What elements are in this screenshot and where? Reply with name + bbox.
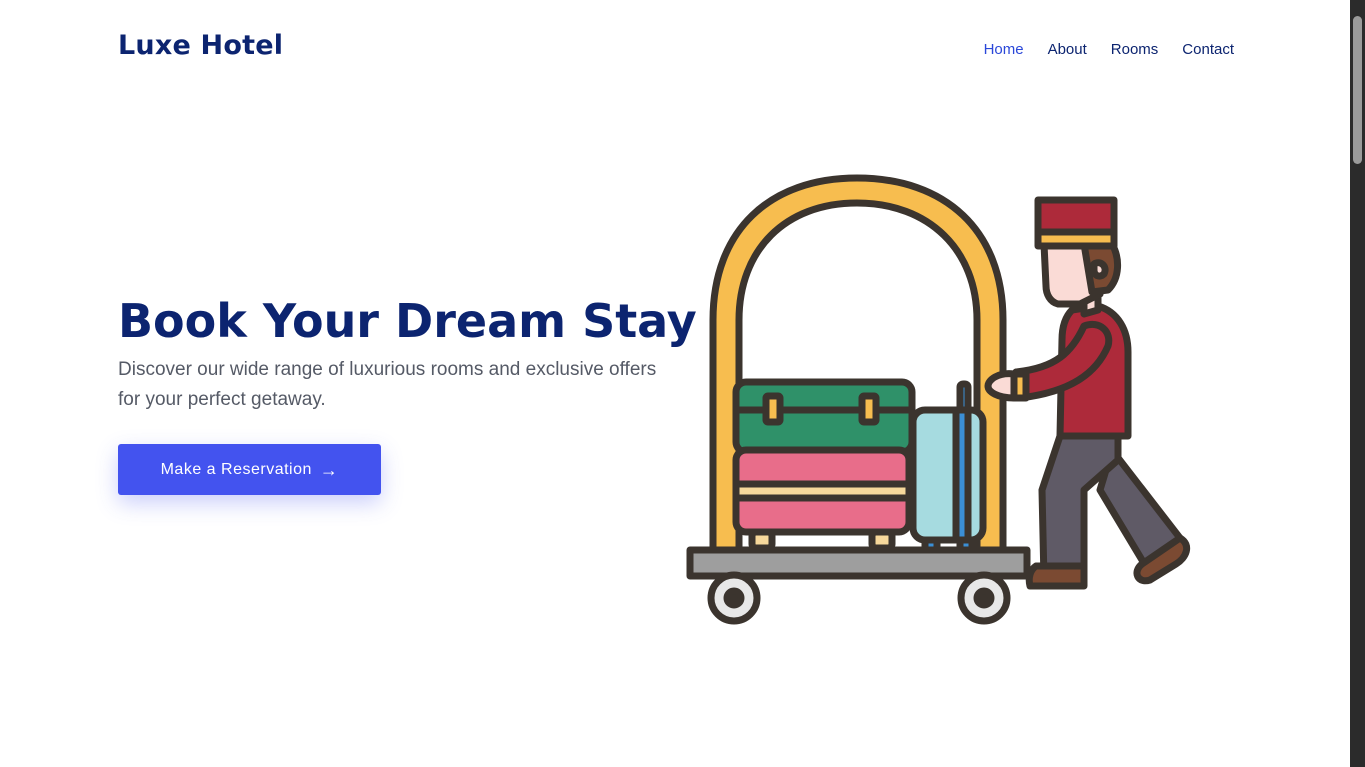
scrollbar-thumb[interactable] xyxy=(1353,16,1362,164)
nav-link-rooms[interactable]: Rooms xyxy=(1111,41,1159,58)
vertical-scrollbar[interactable] xyxy=(1350,0,1365,767)
nav-link-home[interactable]: Home xyxy=(984,41,1024,58)
arrow-right-icon: → xyxy=(319,459,339,480)
nav-item-rooms: Rooms xyxy=(1111,39,1159,58)
nav-item-home: Home xyxy=(984,39,1024,58)
make-reservation-label: Make a Reservation xyxy=(160,460,312,478)
hero-subtitle: Discover our wide range of luxurious roo… xyxy=(118,359,657,410)
bellhop-luggage-cart-illustration xyxy=(686,174,1191,625)
nav-link-about[interactable]: About xyxy=(1048,41,1087,58)
nav-link-contact[interactable]: Contact xyxy=(1182,41,1234,58)
nav-item-contact: Contact xyxy=(1182,39,1234,58)
brand-logo[interactable]: Luxe Hotel xyxy=(118,30,283,61)
page: Luxe Hotel Home About Rooms Contact Book… xyxy=(0,0,1350,767)
make-reservation-button[interactable]: Make a Reservation → xyxy=(118,444,381,495)
main-nav: Home About Rooms Contact xyxy=(984,39,1234,58)
nav-item-about: About xyxy=(1048,39,1087,58)
hero-title: Book Your Dream Stay xyxy=(118,294,697,348)
